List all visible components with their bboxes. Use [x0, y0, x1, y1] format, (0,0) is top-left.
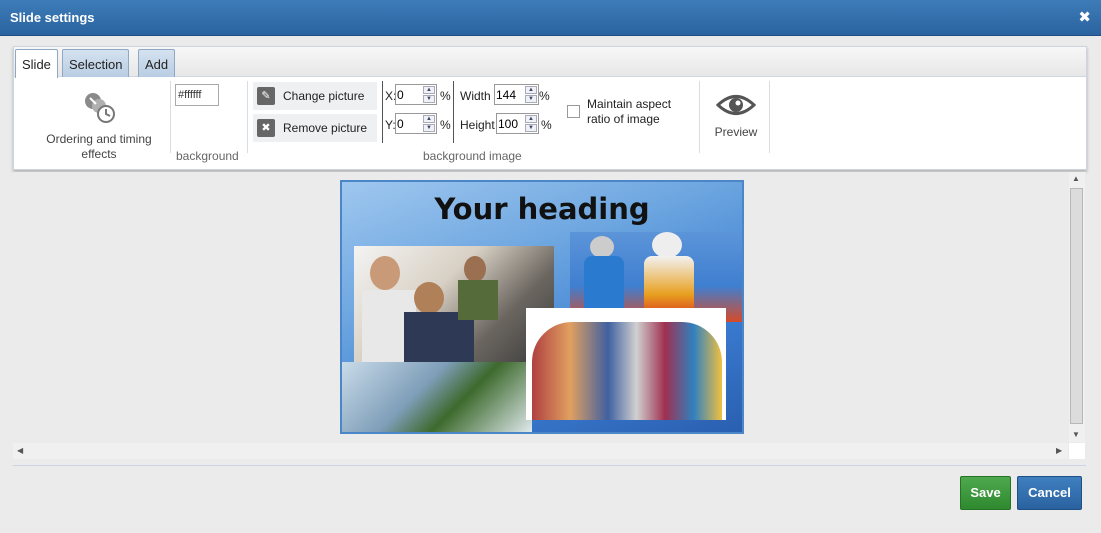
preview-label: Preview: [714, 125, 758, 139]
aspect-label-line2: ratio of image: [587, 112, 660, 126]
scroll-right-arrow[interactable]: ▶: [1056, 446, 1062, 455]
scroll-down-arrow[interactable]: ▼: [1072, 430, 1080, 439]
tab-strip: Slide Selection Add: [14, 47, 1086, 78]
slide-preview[interactable]: Your heading: [340, 180, 744, 434]
x-spinner[interactable]: ▲▼: [395, 84, 437, 105]
ribbon-separator: [769, 81, 770, 153]
office-photo: [354, 246, 554, 362]
width-label: Width: [460, 89, 491, 103]
height-down-arrow[interactable]: ▼: [525, 124, 537, 132]
tab-slide[interactable]: Slide: [15, 49, 58, 78]
height-spinner[interactable]: ▲▼: [496, 113, 539, 134]
eye-icon: [715, 95, 757, 115]
x-up-arrow[interactable]: ▲: [423, 86, 435, 94]
ordering-timing-icon: [85, 93, 115, 123]
ordering-label-line1: Ordering and timing: [46, 132, 152, 146]
background-color-field[interactable]: #ffffff: [175, 84, 219, 106]
x-input[interactable]: [396, 85, 424, 104]
ordering-label-line2: effects: [81, 147, 117, 161]
save-button[interactable]: Save: [960, 476, 1011, 510]
x-percent: %: [440, 89, 451, 103]
height-label: Height: [460, 118, 495, 132]
vertical-scroll-thumb[interactable]: [1070, 188, 1083, 424]
pencil-icon: ✎: [257, 87, 275, 105]
ski-photo: [342, 362, 532, 432]
dialog-titlebar: Slide settings ✖: [0, 0, 1101, 36]
y-percent: %: [440, 118, 451, 132]
ribbon-separator: [247, 81, 248, 153]
maintain-aspect-checkbox[interactable]: [567, 105, 580, 118]
preview-button[interactable]: Preview: [711, 92, 761, 139]
ribbon-separator: [699, 81, 700, 153]
slide-heading[interactable]: Your heading: [342, 192, 742, 226]
tab-add[interactable]: Add: [138, 49, 176, 77]
scroll-corner: [1069, 443, 1085, 459]
y-input[interactable]: [396, 114, 424, 133]
divider: [382, 81, 383, 143]
ordering-timing-button[interactable]: Ordering and timing effects: [34, 89, 164, 162]
width-down-arrow[interactable]: ▼: [525, 95, 537, 103]
dialog-title: Slide settings: [10, 10, 95, 25]
remove-icon: ✖: [257, 119, 275, 137]
students-photo: [526, 308, 726, 420]
background-group-label: background: [176, 149, 239, 163]
tab-selection[interactable]: Selection: [62, 49, 130, 77]
ribbon-separator: [170, 81, 171, 153]
change-picture-button[interactable]: ✎ Change picture: [253, 82, 377, 110]
footer-divider: [13, 465, 1086, 466]
background-image-group-label: background image: [423, 149, 522, 163]
remove-picture-label: Remove picture: [283, 121, 368, 135]
width-up-arrow[interactable]: ▲: [525, 86, 537, 94]
remove-picture-button[interactable]: ✖ Remove picture: [253, 114, 377, 142]
height-percent: %: [541, 118, 552, 132]
change-picture-label: Change picture: [283, 89, 365, 103]
width-input[interactable]: [495, 85, 526, 104]
maintain-aspect-label: Maintain aspect ratio of image: [587, 97, 671, 127]
width-percent: %: [539, 89, 550, 103]
scroll-left-arrow[interactable]: ◀: [17, 446, 23, 455]
cancel-button[interactable]: Cancel: [1017, 476, 1082, 510]
width-spinner[interactable]: ▲▼: [494, 84, 539, 105]
height-input[interactable]: [497, 114, 526, 133]
scroll-up-arrow[interactable]: ▲: [1072, 174, 1080, 183]
y-down-arrow[interactable]: ▼: [423, 124, 435, 132]
height-up-arrow[interactable]: ▲: [525, 115, 537, 123]
y-spinner[interactable]: ▲▼: [395, 113, 437, 134]
divider: [453, 81, 454, 143]
close-icon[interactable]: ✖: [1078, 8, 1091, 26]
ribbon-toolbar: Slide Selection Add Ordering and timing …: [13, 46, 1087, 170]
y-up-arrow[interactable]: ▲: [423, 115, 435, 123]
x-down-arrow[interactable]: ▼: [423, 95, 435, 103]
horizontal-scrollbar[interactable]: ◀ ▶: [13, 443, 1068, 459]
aspect-label-line1: Maintain aspect: [587, 97, 672, 111]
vertical-scrollbar[interactable]: ▲ ▼: [1069, 172, 1085, 442]
